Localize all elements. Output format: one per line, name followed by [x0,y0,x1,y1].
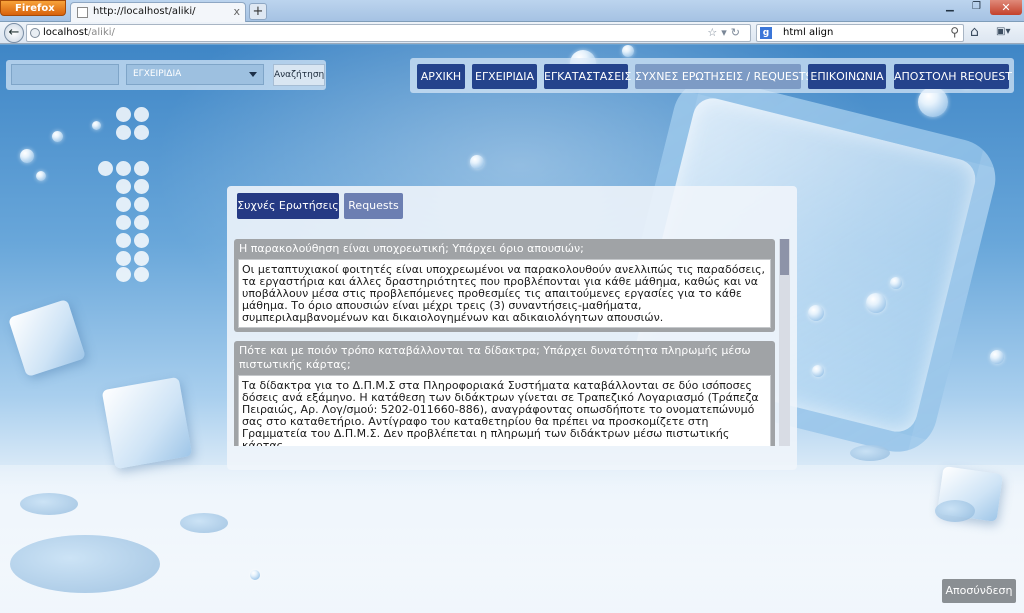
decorative-bubble [866,293,886,313]
faq-answer: Οι μεταπτυχιακοί φοιτητές είναι υποχρεωμ… [238,259,771,328]
url-tools-icons[interactable]: ☆▾↻ [707,26,744,39]
decorative-bubble [52,131,63,142]
guide-select-value: ΕΓΧΕΙΡΙΔΙΑ [133,69,182,79]
page-background: ΕΓΧΕΙΡΙΔΙΑ Αναζήτηση ΑΡΧΙΚΗ ΕΓΧΕΙΡΙΔΙΑ Ε… [0,45,1024,613]
decorative-bubble [808,305,824,321]
menu-item-home[interactable]: ΑΡΧΙΚΗ [417,64,465,89]
floor-reflection [0,465,1024,613]
menu-item-installations[interactable]: ΕΓΚΑΤΑΣΤΑΣΕΙΣ [544,64,631,89]
decorative-bubble [92,121,101,130]
water-puddle [180,513,228,533]
faq-question: Πότε και με ποιόν τρόπο καταβάλλονται τα… [239,344,751,371]
url-path: /aliki/ [87,27,115,38]
decorative-bubble [470,155,484,169]
menu-item-faq-requests[interactable]: ΣΥΧΝΕΣ ΕΡΩΤΗΣΕΙΣ / REQUESTS [635,64,813,89]
restore-icon[interactable]: ❐ [972,1,981,12]
decorative-cube [7,298,87,378]
faq-scroll-area[interactable]: Η παρακολούθηση είναι υποχρεωτική; Υπάρχ… [234,239,790,446]
water-puddle [20,493,78,515]
search-button[interactable]: Αναζήτηση [273,64,325,86]
water-puddle [10,535,160,593]
search-bar[interactable]: g html align ⚲ [756,24,964,42]
decorative-bubble [250,570,260,580]
browser-titlebar: Firefox http://localhost/aliki/ x + ▁ ❐ … [0,0,1024,22]
tab-faq[interactable]: Συχνές Ερωτήσεις [237,193,339,219]
guide-select[interactable]: ΕΓΧΕΙΡΙΔΙΑ [126,64,264,85]
menu-item-guides[interactable]: ΕΓΧΕΙΡΙΔΙΑ [472,64,537,89]
tab-title: http://localhost/aliki/ [93,6,196,17]
decorative-bubble [622,45,634,57]
magnifier-icon[interactable]: ⚲ [950,25,959,39]
faq-panel: Συχνές Ερωτήσεις Requests Η παρακολούθησ… [227,186,797,470]
back-arrow-icon[interactable]: ← [4,23,24,43]
tab-requests[interactable]: Requests [344,193,403,219]
logout-button[interactable]: Αποσύνδεση [942,579,1016,603]
water-puddle [935,500,975,522]
address-bar[interactable]: localhost/aliki/ ☆▾↻ [26,24,751,42]
globe-icon [30,28,40,38]
tab-close-icon[interactable]: x [233,5,240,18]
bookmarks-menu-icon[interactable]: ▣▾ [996,26,1018,39]
page-icon [77,7,88,18]
water-puddle [850,445,890,461]
decorative-bubble [890,277,902,289]
browser-navbar: ← localhost/aliki/ ☆▾↻ g html align ⚲ ⌂ … [0,22,1024,44]
window-close-icon[interactable]: ✕ [990,0,1022,15]
vertical-scrollbar[interactable] [779,239,790,446]
menu-item-contact[interactable]: ΕΠΙΚΟΙΝΩΝΙΑ [808,64,886,89]
site-search-input[interactable] [11,64,119,85]
decorative-cube [101,376,193,470]
faq-item: Πότε και με ποιόν τρόπο καταβάλλονται τα… [234,341,775,446]
menu-item-send-request[interactable]: ΑΠΟΣΤΟΛΗ REQUEST [894,64,1012,89]
minimize-icon[interactable]: ▁ [946,1,954,12]
decorative-bubble [990,350,1004,364]
decorative-bubble [36,171,46,181]
decorative-bubble [812,365,824,377]
home-icon[interactable]: ⌂ [970,24,979,40]
new-tab-button[interactable]: + [249,3,267,20]
site-search-panel: ΕΓΧΕΙΡΙΔΙΑ Αναζήτηση [6,60,326,90]
search-bar-text: html align [783,27,834,38]
chevron-down-icon [249,72,257,77]
faq-item: Η παρακολούθηση είναι υποχρεωτική; Υπάρχ… [234,239,775,332]
faq-answer: Τα δίδακτρα για το Δ.Π.Μ.Σ στα Πληροφορι… [238,375,771,446]
browser-tab[interactable]: http://localhost/aliki/ x [70,2,246,22]
firefox-menu-button[interactable]: Firefox [0,0,66,16]
google-icon[interactable]: g [760,27,772,39]
faq-question: Η παρακολούθηση είναι υποχρεωτική; Υπάρχ… [239,242,584,255]
scrollbar-thumb[interactable] [780,239,789,275]
url-host: localhost [43,27,88,38]
main-menu: ΑΡΧΙΚΗ ΕΓΧΕΙΡΙΔΙΑ ΕΓΚΑΤΑΣΤΑΣΕΙΣ ΣΥΧΝΕΣ Ε… [410,58,1014,93]
decorative-bubble [20,149,34,163]
